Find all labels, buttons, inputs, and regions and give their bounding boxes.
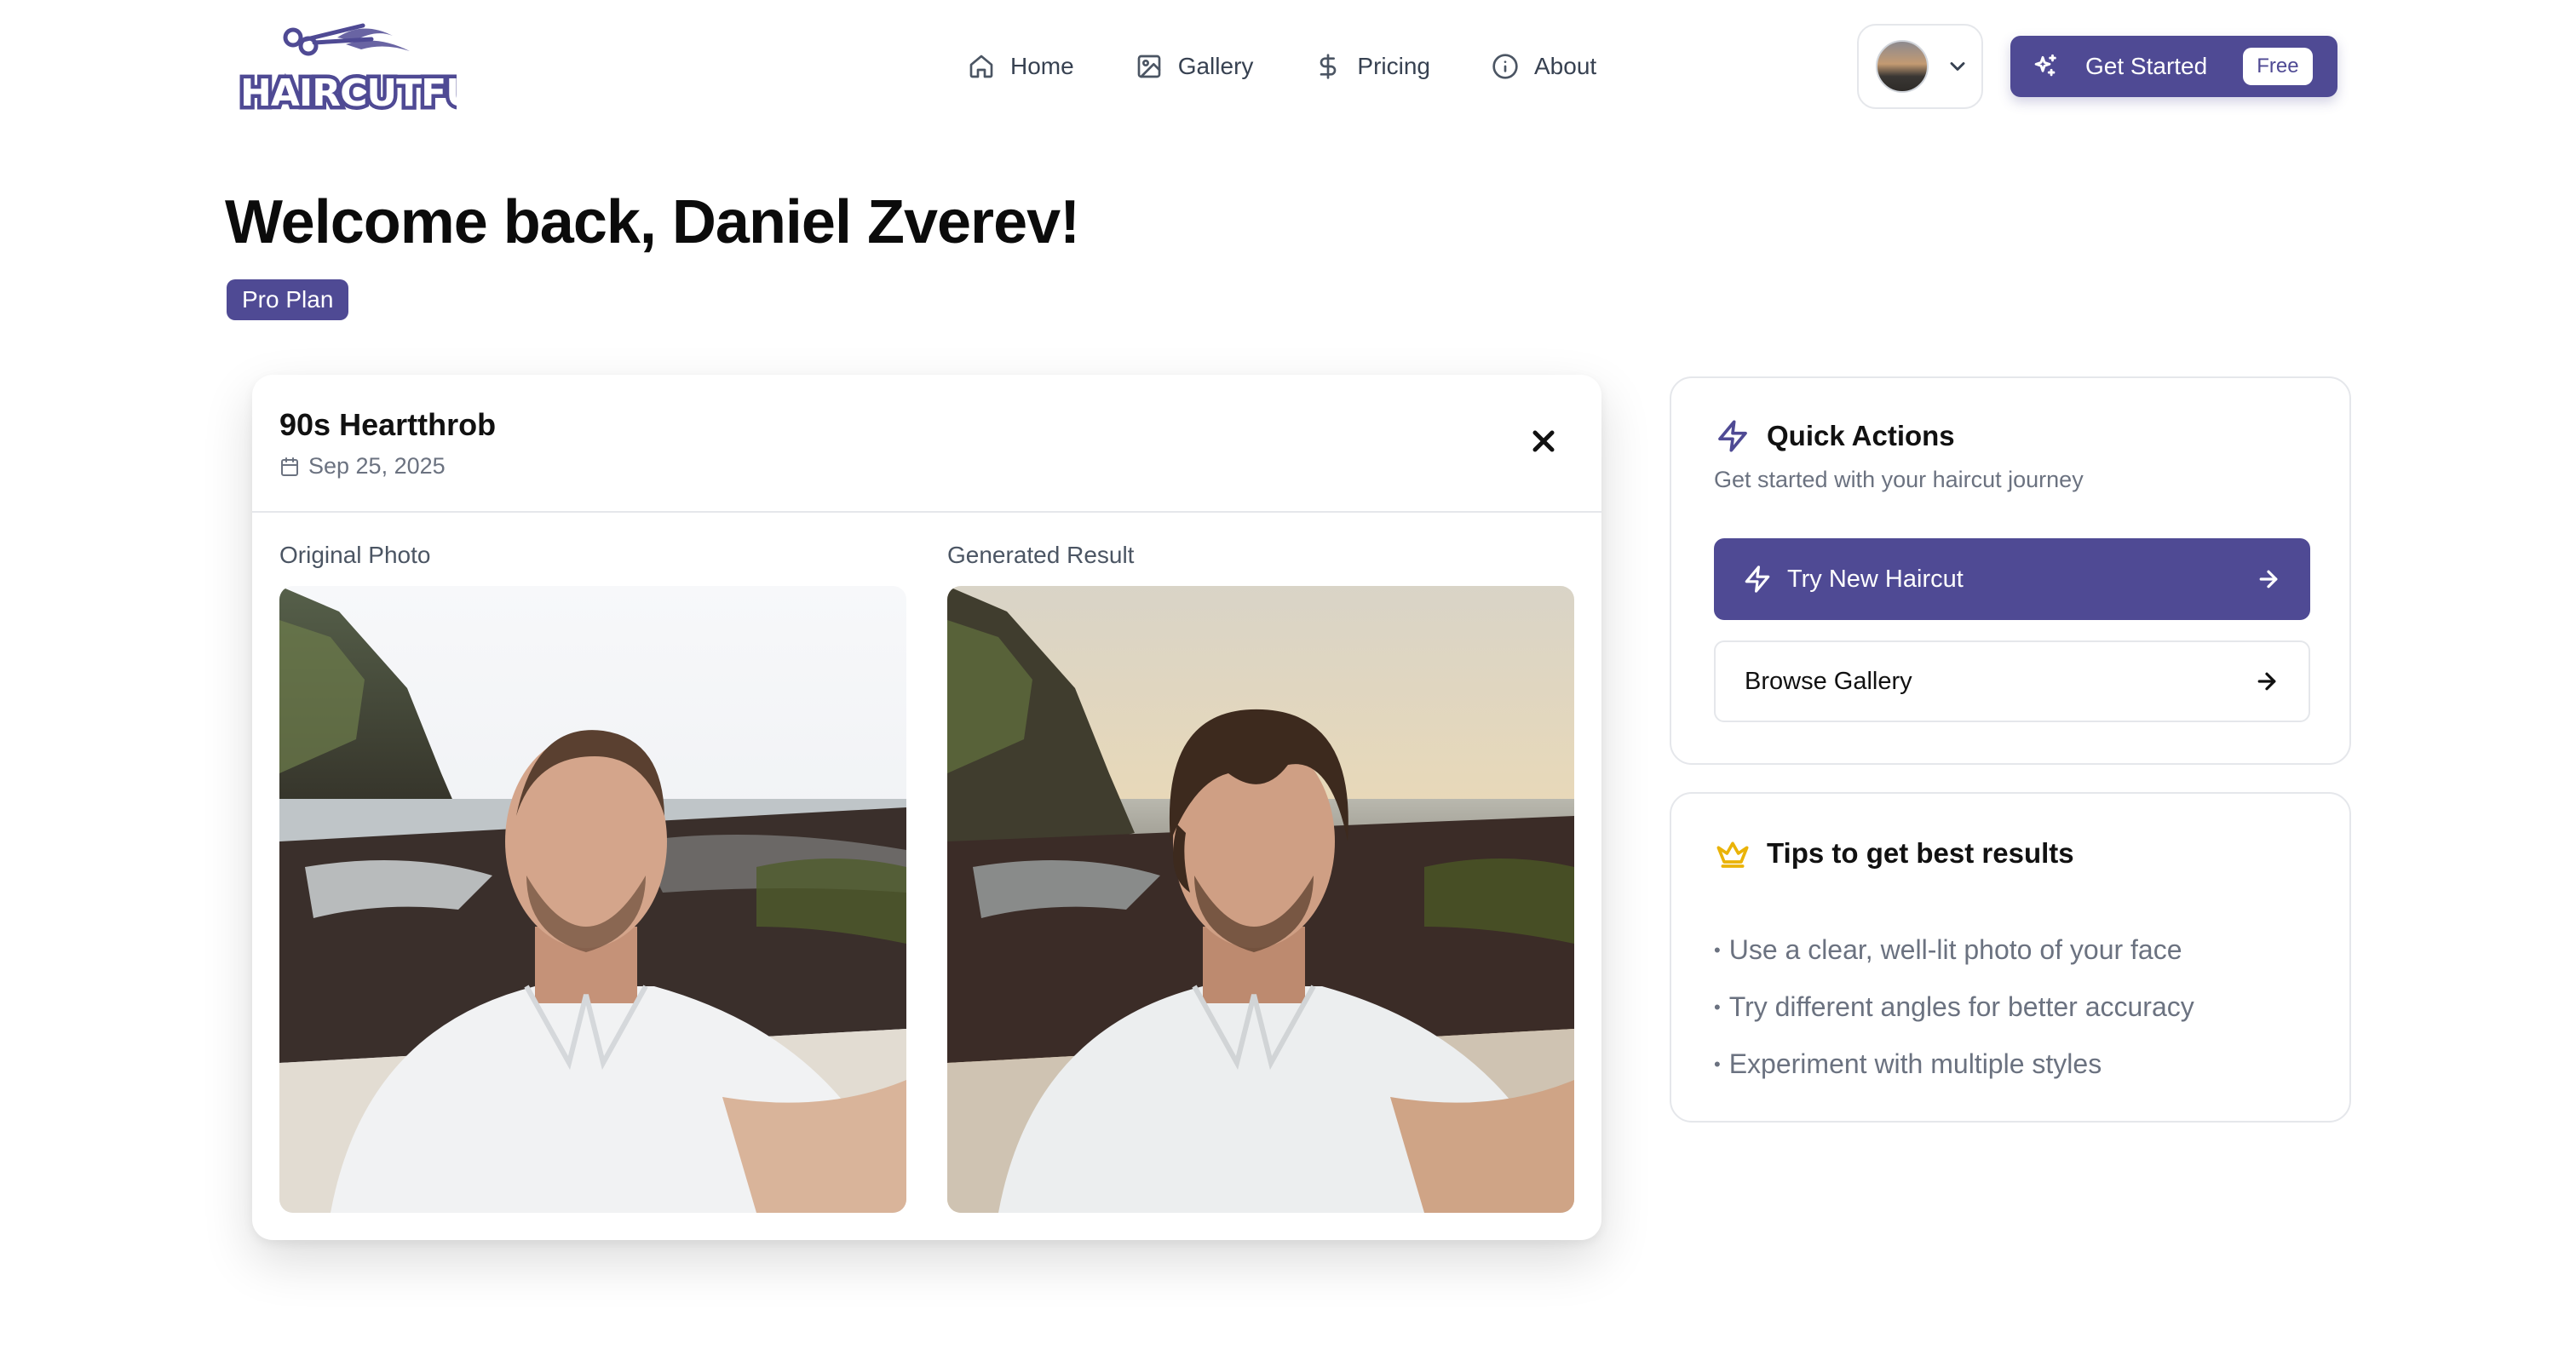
quick-actions-title-text: Quick Actions (1767, 420, 1955, 451)
nav-home-label: Home (1010, 53, 1074, 79)
nav-pricing[interactable]: Pricing (1314, 53, 1430, 80)
nav-about-label: About (1534, 53, 1597, 79)
modal-title: 90s Heartthrob (279, 407, 497, 442)
bullet-icon: • (1714, 939, 1721, 961)
free-badge: Free (2243, 48, 2313, 85)
svg-text:HAIRCUTFUN: HAIRCUTFUN (240, 72, 457, 114)
arrow-right-icon (2259, 570, 2278, 589)
bullet-icon: • (1714, 1053, 1721, 1075)
original-photo-label: Original Photo (279, 542, 431, 568)
user-menu-button[interactable] (1857, 24, 1983, 109)
home-icon (969, 55, 993, 78)
calendar-icon (281, 457, 298, 476)
nav-gallery-label: Gallery (1177, 53, 1254, 79)
modal-date-text: Sep 25, 2025 (308, 453, 446, 479)
tip-text: Try different angles for better accuracy (1728, 991, 2194, 1022)
quick-actions-subtitle: Get started with your haircut journey (1714, 467, 2084, 492)
tip-text: Use a clear, well-lit photo of your face (1728, 934, 2182, 965)
chevron-down-icon (1950, 62, 1965, 71)
nav-pricing-label: Pricing (1357, 53, 1430, 79)
browse-gallery-button[interactable]: Browse Gallery (1714, 640, 2310, 722)
nav-gallery[interactable]: Gallery (1136, 53, 1254, 80)
top-header: HAIRCUTFUN Home Gallery Pricing About Ge… (0, 0, 2576, 133)
main-nav: Home Gallery Pricing About (968, 48, 1596, 85)
list-item: • Try different angles for better accurac… (1714, 979, 2194, 1036)
quick-actions-card: Quick Actions Get started with your hair… (1670, 376, 2351, 765)
lightning-icon (1718, 420, 1747, 452)
tips-list: • Use a clear, well-lit photo of your fac… (1714, 922, 2194, 1093)
haircut-result-modal: 90s Heartthrob Sep 25, 2025 Original Pho… (252, 375, 1601, 1240)
list-item: • Experiment with multiple styles (1714, 1036, 2194, 1093)
info-icon (1492, 54, 1518, 79)
modal-date: Sep 25, 2025 (279, 453, 446, 480)
arrow-right-icon (2257, 672, 2276, 691)
generated-result-label: Generated Result (947, 542, 1135, 568)
avatar (1876, 40, 1929, 93)
sparkles-icon (2034, 54, 2056, 77)
tips-title-text: Tips to get best results (1767, 837, 2074, 869)
plan-badge: Pro Plan (227, 279, 349, 320)
get-started-button[interactable]: Get Started Free (2010, 36, 2337, 97)
quick-actions-title: Quick Actions (1716, 419, 1955, 453)
try-new-haircut-label: Try New Haircut (1787, 565, 1964, 593)
modal-divider (252, 511, 1601, 513)
get-started-label: Get Started (2085, 53, 2208, 79)
close-button[interactable] (1527, 424, 1561, 458)
nav-about[interactable]: About (1492, 53, 1596, 80)
nav-home[interactable]: Home (968, 53, 1074, 80)
original-photo (279, 586, 906, 1213)
generated-result-photo (947, 586, 1574, 1213)
haircutfun-logo[interactable]: HAIRCUTFUN (235, 20, 510, 119)
tip-text: Experiment with multiple styles (1728, 1048, 2102, 1079)
try-new-haircut-button[interactable]: Try New Haircut (1714, 538, 2310, 620)
dollar-icon (1320, 54, 1337, 79)
page-title: Welcome back, Daniel Zverev! (225, 188, 1080, 256)
lightning-icon (1745, 566, 1770, 593)
crown-icon (1716, 841, 1749, 868)
tips-title: Tips to get best results (1716, 836, 2074, 870)
image-icon (1137, 55, 1161, 78)
bullet-icon: • (1714, 996, 1721, 1018)
browse-gallery-label: Browse Gallery (1745, 667, 1912, 695)
tips-card: Tips to get best results • Use a clear, w… (1670, 792, 2351, 1123)
list-item: • Use a clear, well-lit photo of your fac… (1714, 922, 2194, 979)
close-icon (1532, 430, 1555, 452)
